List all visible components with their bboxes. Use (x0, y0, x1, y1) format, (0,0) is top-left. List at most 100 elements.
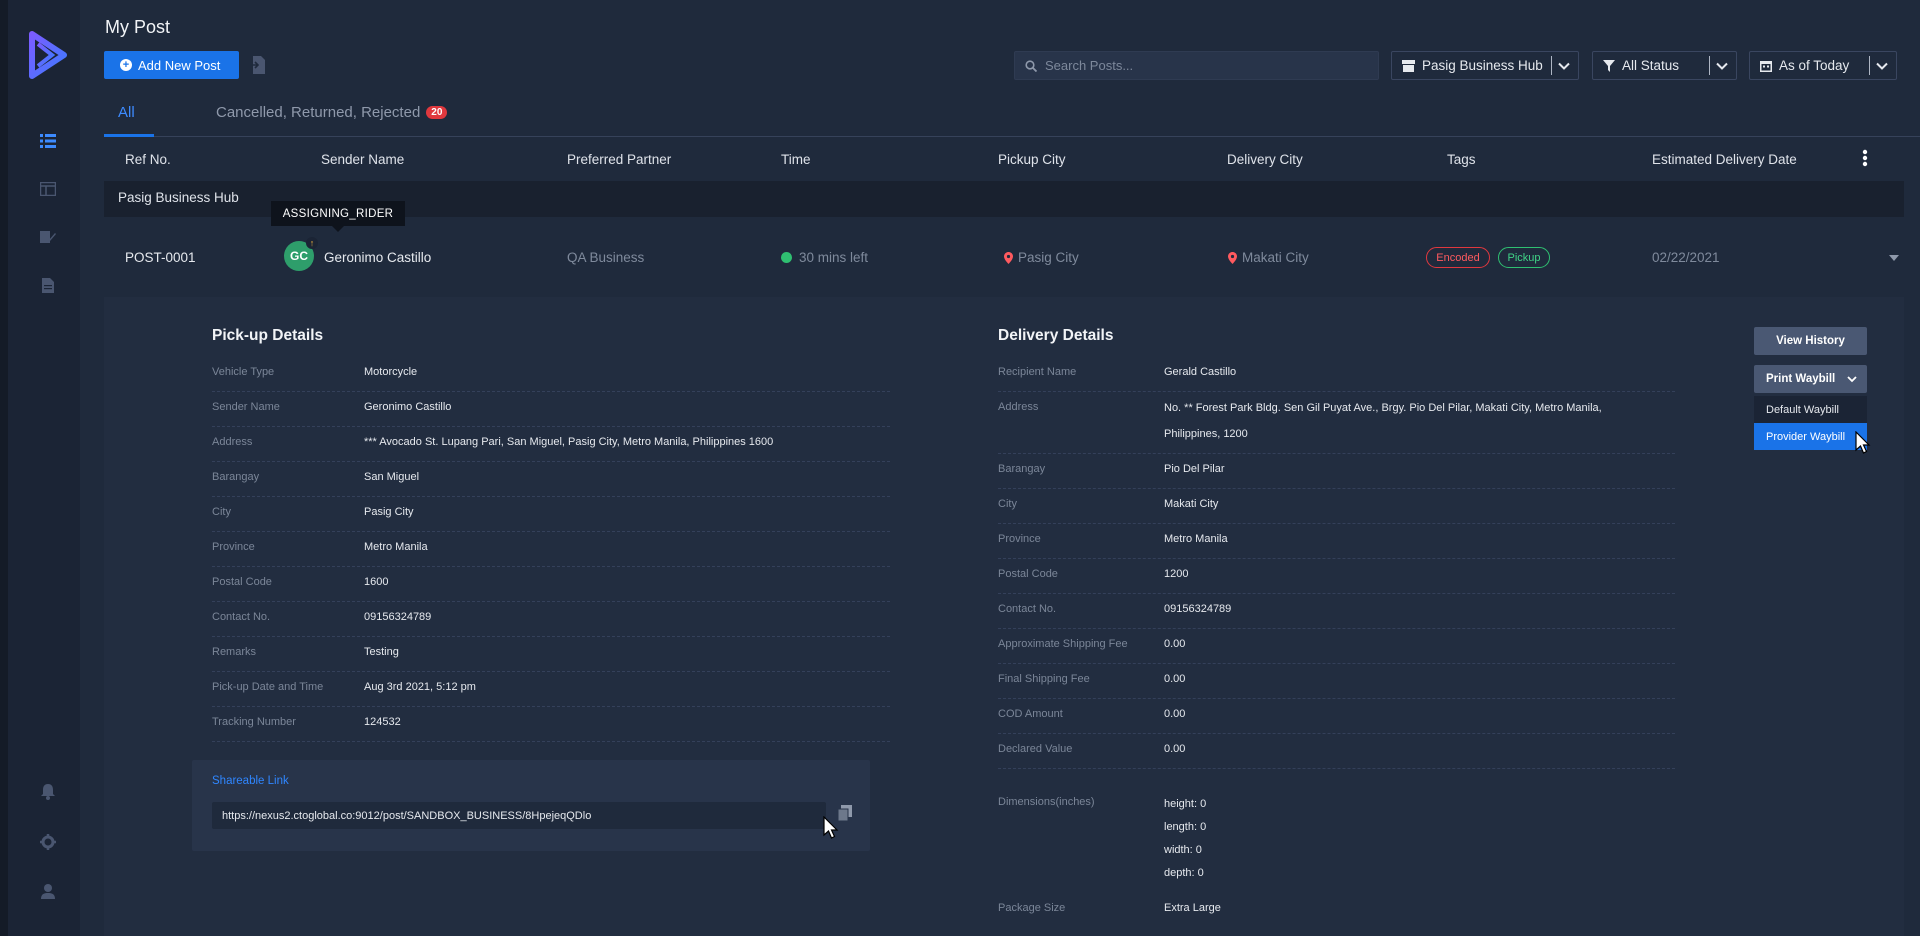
edit-doc-icon[interactable] (38, 227, 58, 247)
caret-down-icon[interactable] (1889, 255, 1899, 261)
column-ref-no[interactable]: Ref No. (125, 152, 171, 167)
menu-item-default-waybill[interactable]: Default Waybill (1754, 396, 1867, 423)
field-label: Remarks (212, 646, 257, 658)
status-select[interactable]: All Status (1592, 51, 1737, 80)
chevron-down-icon (1876, 62, 1888, 70)
field-value: 09156324789 (1164, 603, 1232, 615)
print-waybill-button[interactable]: Print Waybill (1754, 365, 1867, 393)
avatar[interactable]: GC ↑ (284, 237, 318, 271)
board-icon[interactable] (38, 179, 58, 199)
hub-select[interactable]: Pasig Business Hub (1391, 51, 1579, 80)
field-label: Province (998, 533, 1041, 545)
search-icon (1025, 59, 1037, 72)
field-value: 0.00 (1164, 638, 1186, 650)
field-label: Tracking Number (212, 716, 296, 728)
column-estimated-delivery-date[interactable]: Estimated Delivery Date (1652, 152, 1797, 167)
table-row[interactable]: POST-0001 GC ↑ Geronimo Castillo QA Busi… (104, 226, 1904, 296)
group-label: Pasig Business Hub (118, 190, 239, 205)
table-header: Ref No. Sender Name Preferred Partner Ti… (104, 140, 1904, 178)
detail-field: Tracking Number 124532 (212, 707, 890, 742)
detail-field: Barangay Pio Del Pilar (998, 454, 1675, 489)
field-value: Testing (364, 646, 399, 658)
field-value: Metro Manila (1164, 533, 1228, 545)
detail-field: Address *** Avocado St. Lupang Pari, San … (212, 427, 890, 462)
detail-field: Barangay San Miguel (212, 462, 890, 497)
time-left-value: 30 mins left (799, 250, 869, 265)
dimension-depth: depth: 0 (1164, 867, 1204, 879)
preferred-partner: QA Business (567, 250, 645, 265)
search-input[interactable]: Search Posts... (1014, 51, 1379, 80)
column-preferred-partner[interactable]: Preferred Partner (567, 152, 671, 167)
detail-field: Contact No. 09156324789 (212, 602, 890, 637)
store-icon (1402, 59, 1415, 72)
date-select[interactable]: As of Today (1749, 51, 1897, 80)
mouse-cursor-icon (823, 816, 839, 839)
list-icon[interactable] (38, 131, 58, 151)
plus-icon: + (120, 59, 132, 71)
field-label: COD Amount (998, 708, 1063, 720)
column-pickup-city[interactable]: Pickup City (998, 152, 1066, 167)
field-label: Contact No. (998, 603, 1057, 615)
status-dot-icon (781, 252, 792, 263)
menu-item-provider-waybill[interactable]: Provider Waybill (1754, 423, 1867, 450)
gear-icon[interactable] (38, 832, 58, 852)
print-waybill-menu: Default Waybill Provider Waybill (1754, 396, 1867, 450)
hub-select-value: Pasig Business Hub (1422, 58, 1543, 73)
dimension-height: height: 0 (1164, 798, 1207, 810)
detail-field: Sender Name Geronimo Castillo (212, 392, 890, 427)
add-new-post-button[interactable]: + Add New Post (104, 51, 239, 79)
shareable-link-title[interactable]: Shareable Link (212, 775, 289, 787)
delivery-field: Recipient Name Gerald Castillo (998, 357, 1675, 392)
field-label: Dimensions(inches) (998, 796, 1095, 808)
status-select-value: All Status (1622, 58, 1680, 73)
tab-all[interactable]: All (118, 104, 135, 121)
field-value: San Miguel (364, 471, 420, 483)
bell-icon[interactable] (38, 782, 58, 802)
tab-active-indicator (104, 134, 154, 137)
app-logo-icon[interactable] (24, 30, 70, 80)
column-time[interactable]: Time (781, 152, 811, 167)
field-value: 0.00 (1164, 743, 1186, 755)
map-pin-icon (1004, 252, 1013, 264)
field-value: Metro Manila (364, 541, 428, 553)
view-history-button[interactable]: View History (1754, 327, 1867, 355)
user-icon[interactable] (38, 881, 58, 901)
dimension-length: length: 0 (1164, 821, 1207, 833)
search-placeholder: Search Posts... (1045, 58, 1134, 73)
pickup-city: Pasig City (1004, 250, 1079, 265)
main-content: My Post + Add New Post Search Posts... P… (80, 0, 1920, 936)
shareable-link-box: Shareable Link https://nexus2.ctoglobal.… (192, 760, 870, 851)
delivery-details-title: Delivery Details (998, 327, 1114, 344)
detail-field: Contact No. 09156324789 (998, 594, 1675, 629)
column-sender-name[interactable]: Sender Name (321, 152, 404, 167)
tab-cancelled-returned-rejected[interactable]: Cancelled, Returned, Rejected 20 (216, 104, 448, 121)
status-tooltip: ASSIGNING_RIDER (271, 201, 405, 232)
add-new-post-label: Add New Post (138, 57, 221, 73)
detail-field: City Makati City (998, 489, 1675, 524)
estimated-delivery-date: 02/22/2021 (1652, 250, 1720, 265)
tab-label: Cancelled, Returned, Rejected (216, 104, 421, 121)
field-value: No. ** Forest Park Bldg. Sen Gil Puyat A… (1164, 395, 1602, 447)
detail-field: Vehicle Type Motorcycle (212, 357, 890, 392)
ref-no: POST-0001 (125, 250, 196, 265)
print-waybill-label: Print Waybill (1766, 373, 1836, 385)
pickup-details-title: Pick-up Details (212, 327, 324, 344)
import-file-icon[interactable] (250, 56, 266, 74)
delivery-field: Package Size Extra Large (998, 893, 1675, 928)
sender-name: Geronimo Castillo (324, 250, 432, 265)
chevron-down-icon (1847, 376, 1857, 383)
calendar-icon (1760, 60, 1772, 72)
page-title: My Post (105, 17, 171, 37)
more-vertical-icon[interactable] (1862, 149, 1868, 167)
arrow-up-icon: ↑ (306, 237, 318, 249)
shareable-link-field[interactable]: https://nexus2.ctoglobal.co:9012/post/SA… (212, 802, 826, 829)
field-label: Postal Code (212, 576, 272, 588)
copy-icon[interactable] (838, 805, 852, 821)
time-left: 30 mins left (781, 250, 868, 265)
filter-icon (1603, 59, 1615, 72)
document-icon[interactable] (38, 275, 58, 295)
detail-field: Province Metro Manila (998, 524, 1675, 559)
column-delivery-city[interactable]: Delivery City (1227, 152, 1303, 167)
column-tags[interactable]: Tags (1447, 152, 1476, 167)
count-badge: 20 (426, 106, 448, 119)
